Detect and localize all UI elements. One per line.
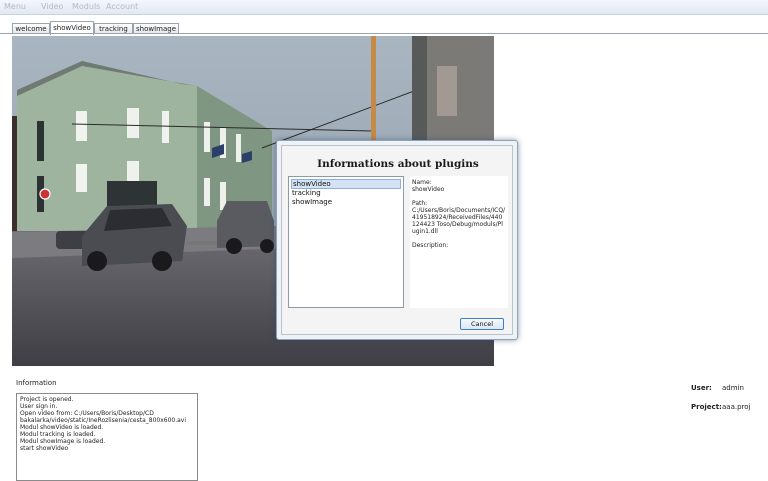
cancel-button[interactable]: Cancel	[460, 318, 504, 330]
log-line: Project is opened.	[20, 396, 74, 403]
menu-menu[interactable]: Menu	[4, 2, 26, 11]
description-label: Description:	[412, 242, 449, 249]
plugin-info-dialog: Informations about plugins showVideo tra…	[276, 140, 518, 340]
plugin-item-showimage[interactable]: showImage	[291, 198, 401, 207]
dialog-title: Informations about plugins	[317, 158, 479, 170]
log-line: Modul showVideo is loaded.	[20, 424, 104, 431]
plugin-item-showvideo[interactable]: showVideo	[291, 179, 401, 189]
tab-divider	[0, 33, 768, 34]
log-line: start showVideo	[20, 445, 69, 452]
log-line: Open video from: C:/Users/Boris/Desktop/…	[20, 410, 154, 417]
plugin-item-tracking[interactable]: tracking	[291, 189, 401, 198]
log-line: Modul showImage is loaded.	[20, 438, 106, 445]
project-value: aaa.proj	[722, 403, 751, 411]
dialog-body: Informations about plugins showVideo tra…	[281, 145, 513, 335]
user-label: User:	[691, 384, 712, 392]
plugin-details: Name: showVideo Path: C:/Users/Boris/Doc…	[410, 176, 508, 308]
menu-video[interactable]: Video	[41, 2, 63, 11]
project-label: Project:	[691, 403, 722, 411]
information-label: Information	[16, 379, 57, 387]
log-line: bakalarka/video/static/IneRozlisenia/ces…	[20, 417, 187, 424]
information-log[interactable]: Project is opened. User sign in. Open vi…	[16, 393, 198, 481]
log-line: Modul tracking is loaded.	[20, 431, 96, 438]
name-value: showVideo	[412, 186, 445, 193]
path-value: C:/Users/Boris/Documents/ICQ/419518924/R…	[412, 207, 506, 235]
name-label: Name:	[412, 179, 432, 186]
menu-bar: Menu Video Moduls Account	[0, 0, 768, 15]
menu-moduls[interactable]: Moduls	[72, 2, 100, 11]
plugin-list[interactable]: showVideo tracking showImage	[288, 176, 404, 308]
user-value: admin	[722, 384, 744, 392]
path-label: Path:	[412, 200, 428, 207]
tab-bar: welcome showVideo tracking showImage	[0, 15, 768, 35]
menu-account[interactable]: Account	[106, 2, 138, 11]
log-line: User sign in.	[20, 403, 58, 410]
